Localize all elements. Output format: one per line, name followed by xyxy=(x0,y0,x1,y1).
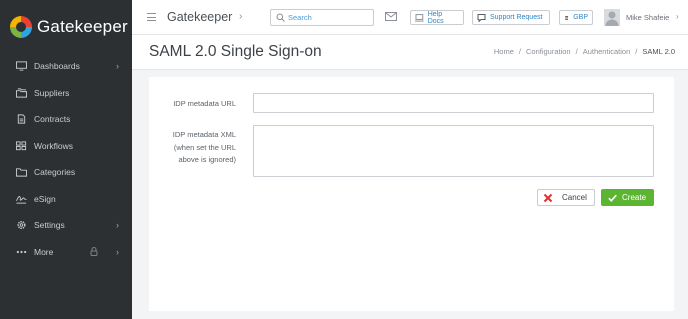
sidebar-item-label: Settings xyxy=(34,220,65,231)
support-request-button[interactable]: Support Request xyxy=(472,10,550,25)
cancel-label: Cancel xyxy=(562,193,587,202)
sidebar-item-label: Categories xyxy=(34,167,76,178)
lock-icon xyxy=(90,246,98,256)
app-title[interactable]: Gatekeeper xyxy=(167,10,232,24)
coins-stack-icon xyxy=(565,15,569,20)
sidebar-item-settings[interactable]: Settings › xyxy=(0,212,132,239)
idp-xml-label-line: above is ignored) xyxy=(178,155,236,164)
create-button[interactable]: Create xyxy=(601,189,654,206)
close-icon xyxy=(543,193,553,202)
dots-icon xyxy=(16,247,27,256)
brand-name: Gatekeeper xyxy=(37,17,128,36)
mail-icon[interactable] xyxy=(385,12,397,21)
grid-icon xyxy=(16,141,27,150)
chevron-right-icon: › xyxy=(116,246,119,257)
search-input[interactable] xyxy=(288,11,370,24)
breadcrumb-home[interactable]: Home xyxy=(494,47,514,56)
idp-xml-label-line: (when set the URL xyxy=(173,142,236,152)
breadcrumb: Home / Configuration / Authentication / … xyxy=(494,47,675,56)
create-label: Create xyxy=(622,193,647,202)
chevron-right-icon: › xyxy=(116,220,119,230)
sidebar-nav: Dashboards › Suppliers Contracts Workflo… xyxy=(0,53,132,265)
breadcrumb-authentication[interactable]: Authentication xyxy=(583,47,631,56)
sidebar-item-label: Dashboards xyxy=(34,61,80,72)
sidebar-item-categories[interactable]: Categories xyxy=(0,159,132,186)
sidebar-item-label: eSign xyxy=(34,193,56,204)
help-docs-button[interactable]: Help Docs xyxy=(410,10,464,25)
saml-form-panel: IDP metadata URL IDP metadata XML (when … xyxy=(149,77,674,311)
avatar[interactable] xyxy=(604,9,620,26)
breadcrumb-configuration[interactable]: Configuration xyxy=(526,47,571,56)
chevron-right-icon: › xyxy=(116,61,119,71)
monitor-icon xyxy=(16,61,27,71)
cancel-button[interactable]: Cancel xyxy=(537,189,595,206)
idp-url-input[interactable] xyxy=(253,93,654,113)
checkmark-icon xyxy=(608,194,617,202)
user-name[interactable]: Mike Shafeie xyxy=(626,13,669,22)
sidebar-item-contracts[interactable]: Contracts xyxy=(0,106,132,133)
breadcrumb-current: SAML 2.0 xyxy=(642,47,675,56)
sidebar-item-label: Suppliers xyxy=(34,87,70,98)
laptop-icon xyxy=(415,13,424,22)
search-icon xyxy=(276,13,285,22)
breadcrumb-separator: / xyxy=(635,47,638,56)
gatekeeper-logo-icon xyxy=(10,16,32,38)
breadcrumb-separator: / xyxy=(518,47,521,56)
chat-bubble-icon xyxy=(477,13,486,22)
sidebar-item-workflows[interactable]: Workflows xyxy=(0,133,132,160)
gear-icon xyxy=(16,221,27,230)
chevron-right-icon[interactable]: › xyxy=(676,12,679,21)
currency-label: GBP xyxy=(573,14,588,21)
breadcrumb-separator: / xyxy=(575,47,578,56)
sidebar-item-esign[interactable]: eSign xyxy=(0,186,132,213)
signature-icon xyxy=(16,194,27,204)
help-docs-label: Help Docs xyxy=(427,10,444,25)
idp-xml-label-line: IDP metadata XML xyxy=(172,130,236,139)
page-header: SAML 2.0 Single Sign-on Home / Configura… xyxy=(132,35,688,70)
sidebar: Gatekeeper Dashboards › Suppliers Contra… xyxy=(0,0,132,319)
idp-xml-textarea[interactable] xyxy=(253,125,654,177)
folders-icon xyxy=(16,88,27,98)
chevron-right-icon[interactable]: › xyxy=(239,11,242,22)
sidebar-item-label: More xyxy=(34,246,54,257)
page-title: SAML 2.0 Single Sign-on xyxy=(149,43,322,60)
topbar: Gatekeeper › Help Docs Support Request G… xyxy=(132,0,688,35)
brand[interactable]: Gatekeeper xyxy=(10,14,128,40)
sidebar-item-dashboards[interactable]: Dashboards › xyxy=(0,53,132,80)
document-icon xyxy=(16,114,27,124)
hamburger-menu-icon[interactable] xyxy=(147,13,156,21)
category-folder-icon xyxy=(16,168,27,177)
sidebar-item-more[interactable]: More › xyxy=(0,239,132,266)
support-request-label: Support Request xyxy=(490,14,543,21)
sidebar-item-suppliers[interactable]: Suppliers xyxy=(0,80,132,107)
search-box xyxy=(270,9,374,26)
sidebar-item-label: Workflows xyxy=(34,140,74,151)
sidebar-item-label: Contracts xyxy=(34,114,71,125)
idp-xml-label: IDP metadata XML (when set the URL above… xyxy=(156,129,236,167)
idp-url-label: IDP metadata URL xyxy=(173,99,236,108)
currency-button[interactable]: GBP xyxy=(559,10,593,25)
